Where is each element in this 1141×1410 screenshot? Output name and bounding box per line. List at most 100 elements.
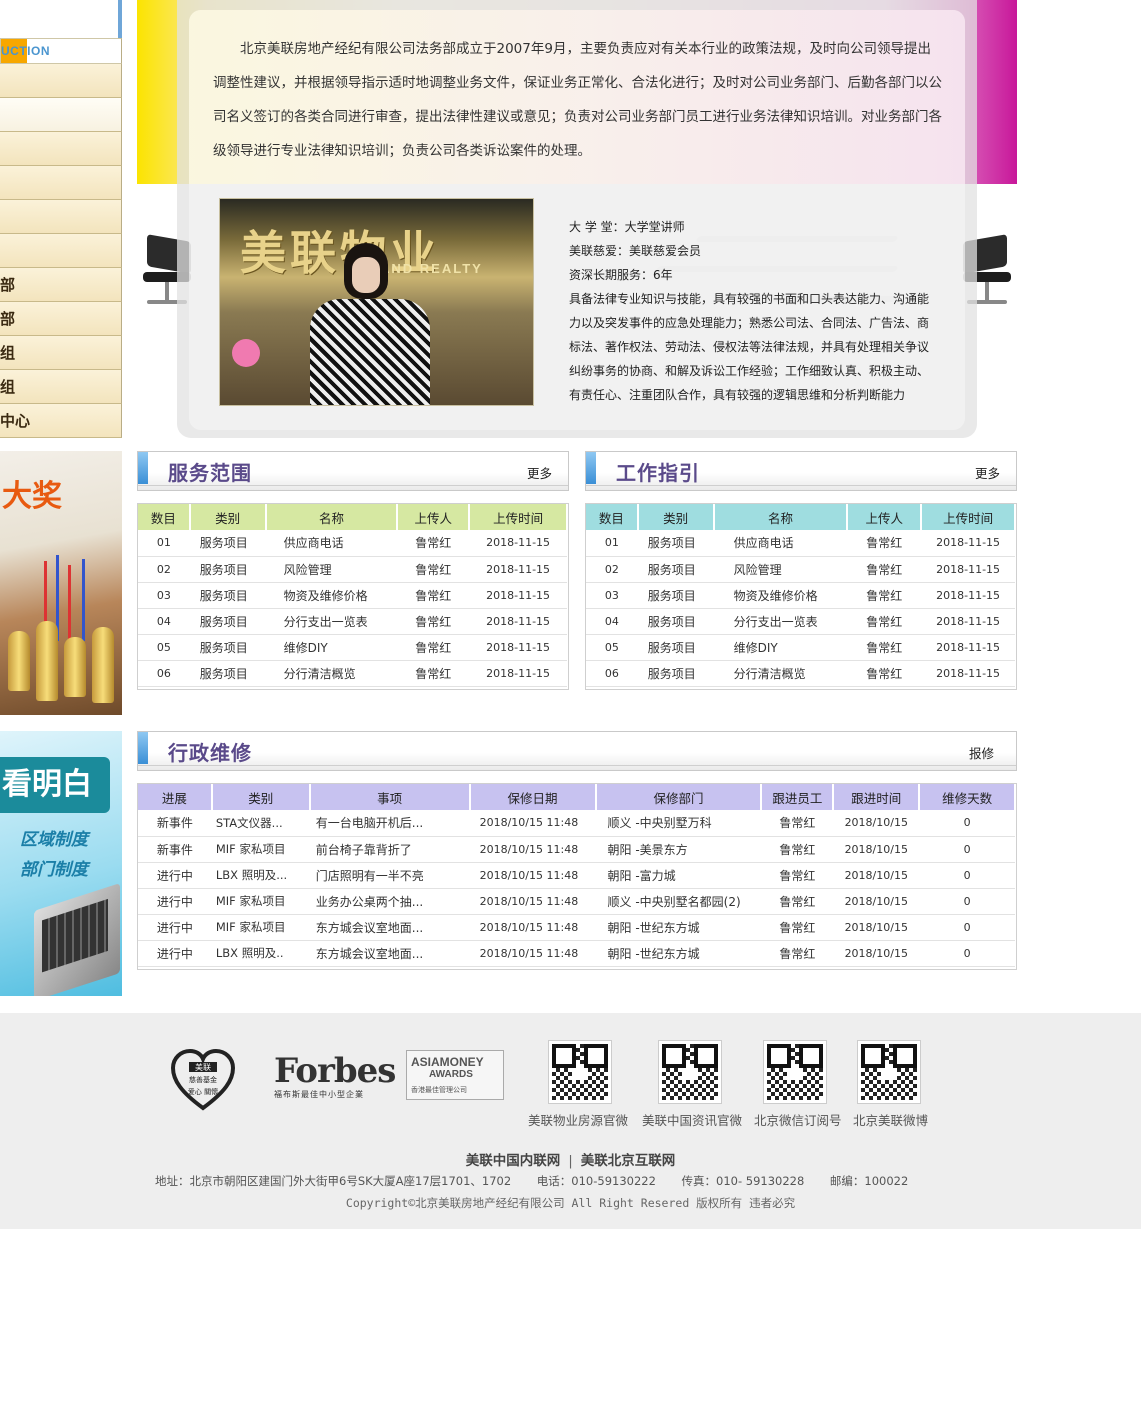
table-row[interactable]: 01 服务项目 供应商电话 鲁常红 2018-11-15 — [586, 530, 1015, 557]
table-row[interactable]: 新事件 MIF 家私项目 前台椅子靠背折了 2018/10/15 11:48 朝阳 -美… — [138, 836, 1015, 863]
table-cell: 服务项目 — [189, 634, 266, 661]
table-cell: 顺义 -中央别墅名都园(2) — [595, 888, 762, 915]
table-cell: 鲁常红 — [761, 810, 834, 837]
table-cell: 分行支出一览表 — [713, 608, 848, 635]
staff-profile: 大 学 堂：大学堂讲师 美联慈爱：美联慈爱会员 资深长期服务：6年 具备法律专业… — [569, 215, 937, 407]
table-cell: 鲁常红 — [761, 836, 834, 863]
report-repair-link[interactable]: 报修 — [969, 743, 994, 762]
table-row[interactable]: 06 服务项目 分行清洁概览 鲁常红 2018-11-15 — [586, 660, 1015, 687]
sidebar-item[interactable] — [0, 98, 122, 132]
qr-code[interactable] — [658, 1040, 722, 1104]
footer-link-intranet[interactable]: 美联中国内联网 — [466, 1153, 561, 1169]
footer-link-internet[interactable]: 美联北京互联网 — [581, 1153, 676, 1169]
table-cell: 鲁常红 — [397, 608, 470, 635]
column-header: 名称 — [265, 504, 399, 530]
table-cell: 进行中 — [138, 914, 212, 941]
charity-logo[interactable]: 美联 慈善基金 爱心 關懷 — [170, 1048, 236, 1112]
table-cell: 新事件 — [138, 810, 212, 837]
sidebar-item[interactable]: 部 — [0, 302, 122, 336]
laptop-illustration — [34, 883, 120, 996]
profile-line: 资深长期服务：6年 — [569, 268, 673, 282]
department-intro-text: 北京美联房地产经纪有限公司法务部成立于2007年9月，主要负责应对有关本行业的政… — [213, 41, 942, 159]
table-cell: 供应商电话 — [713, 530, 848, 557]
qr-code[interactable] — [548, 1040, 612, 1104]
qr-label: 北京微信订阅号 — [754, 1113, 842, 1128]
table-row[interactable]: 04 服务项目 分行支出一览表 鲁常红 2018-11-15 — [138, 608, 567, 635]
table-cell: 0 — [919, 888, 1015, 915]
left-nav: UCTION 部 部 组 组 中心 — [0, 0, 122, 438]
sidebar-item[interactable]: 中心 — [0, 404, 122, 438]
table-cell: 朝阳 -世纪东方城 — [595, 914, 762, 941]
qr-code[interactable] — [857, 1040, 921, 1104]
sidebar-introduction-tab[interactable]: UCTION — [0, 38, 122, 64]
table-cell: 分行清洁概览 — [713, 660, 848, 687]
table-row[interactable]: 新事件 STA文仪器... 有一台电脑开机后... 2018/10/15 11:48 顺… — [138, 810, 1015, 837]
column-header: 进展 — [138, 784, 213, 810]
table-cell: 2018/10/15 — [833, 888, 920, 915]
table-row[interactable]: 06 服务项目 分行清洁概览 鲁常红 2018-11-15 — [138, 660, 567, 687]
table-cell: 维修DIY — [713, 634, 848, 661]
table-cell: 服务项目 — [637, 582, 714, 609]
table-cell: 物资及维修价格 — [265, 582, 398, 609]
column-header: 数目 — [586, 504, 639, 530]
table-cell: 顺义 -中央别墅万科 — [595, 810, 762, 837]
column-header: 数目 — [138, 504, 191, 530]
maintenance-table: 进展 类别 事项 保修日期 保修部门 跟进员工 跟进时间 维修天数 新事件 STA文仪器... 有一… — [138, 784, 1016, 967]
table-cell: 鲁常红 — [761, 940, 834, 967]
table-cell: 05 — [586, 634, 638, 661]
table-cell: 0 — [919, 940, 1015, 967]
table-row[interactable]: 03 服务项目 物资及维修价格 鲁常红 2018-11-15 — [586, 582, 1015, 609]
table-cell: 鲁常红 — [761, 914, 834, 941]
table-row[interactable]: 05 服务项目 维修DIY 鲁常红 2018-11-15 — [586, 634, 1015, 661]
column-header: 跟进员工 — [761, 784, 835, 810]
sidebar-item[interactable]: 组 — [0, 370, 122, 404]
table-cell: 01 — [138, 530, 190, 557]
sidebar-item[interactable] — [0, 166, 122, 200]
table-cell: 2018-11-15 — [469, 660, 567, 687]
table-cell: 服务项目 — [189, 530, 266, 557]
table-row[interactable]: 02 服务项目 风险管理 鲁常红 2018-11-15 — [138, 556, 567, 583]
qr-code[interactable] — [763, 1040, 827, 1104]
guide-more-link[interactable]: 更多 — [975, 463, 1000, 482]
table-cell: 鲁常红 — [847, 582, 922, 609]
table-cell: 2018-11-15 — [921, 660, 1015, 687]
sidebar-item[interactable] — [0, 132, 122, 166]
table-row[interactable]: 01 服务项目 供应商电话 鲁常红 2018-11-15 — [138, 530, 567, 557]
table-cell: 2018-11-15 — [921, 556, 1015, 583]
table-cell: 0 — [919, 810, 1015, 837]
table-cell: 05 — [138, 634, 190, 661]
table-cell: 供应商电话 — [265, 530, 398, 557]
table-row[interactable]: 02 服务项目 风险管理 鲁常红 2018-11-15 — [586, 556, 1015, 583]
sidebar-item[interactable]: 部 — [0, 268, 122, 302]
profile-line: 大 学 堂：大学堂讲师 — [569, 220, 685, 234]
table-row[interactable]: 进行中 MIF 家私项目 东方城会议室地面... 2018/10/15 11:48 朝阳… — [138, 914, 1015, 941]
table-row[interactable]: 05 服务项目 维修DIY 鲁常红 2018-11-15 — [138, 634, 567, 661]
profile-description: 具备法律专业知识与技能，具有较强的书面和口头表达能力、沟通能力以及突发事件的应急… — [569, 292, 930, 402]
asiamoney-logo-sub: 香港最佳管理公司 — [411, 1086, 467, 1094]
table-cell: 2018/10/15 11:48 — [469, 940, 596, 967]
table-row[interactable]: 进行中 LBX 照明及.. 东方城会议室地面... 2018/10/15 11:48 朝… — [138, 940, 1015, 967]
sidebar-item[interactable]: 组 — [0, 336, 122, 370]
table-cell: 2018/10/15 11:48 — [469, 810, 596, 837]
table-cell: 鲁常红 — [397, 660, 470, 687]
trophy-banner[interactable]: 大奖 — [0, 451, 122, 715]
table-cell: 服务项目 — [189, 660, 266, 687]
trophy-banner-text: 大奖 — [2, 479, 62, 514]
table-row[interactable]: 进行中 MIF 家私项目 业务办公桌两个抽... 2018/10/15 11:48 顺义… — [138, 888, 1015, 915]
sidebar-item[interactable] — [0, 200, 122, 234]
table-row[interactable]: 03 服务项目 物资及维修价格 鲁常红 2018-11-15 — [138, 582, 567, 609]
sidebar-item[interactable] — [0, 64, 122, 98]
table-cell: 0 — [919, 836, 1015, 863]
table-cell: 业务办公桌两个抽... — [309, 888, 470, 915]
table-cell: 服务项目 — [637, 660, 714, 687]
asiamoney-logo[interactable]: ASIAMONEY AWARDS 香港最佳管理公司 — [406, 1050, 504, 1100]
table-cell: 鲁常红 — [397, 530, 470, 557]
table-cell: 0 — [919, 862, 1015, 889]
table-row[interactable]: 进行中 LBX 照明及... 门店照明有一半不亮 2018/10/15 11:48 朝阳… — [138, 862, 1015, 889]
forbes-logo[interactable]: Forbes 福布斯最佳中小型企業 — [274, 1051, 396, 1100]
service-more-link[interactable]: 更多 — [527, 463, 552, 482]
table-cell: 鲁常红 — [847, 556, 922, 583]
policy-banner[interactable]: 看明白 区域制度 部门制度 — [0, 731, 122, 996]
table-row[interactable]: 04 服务项目 分行支出一览表 鲁常红 2018-11-15 — [586, 608, 1015, 635]
sidebar-item[interactable] — [0, 234, 122, 268]
